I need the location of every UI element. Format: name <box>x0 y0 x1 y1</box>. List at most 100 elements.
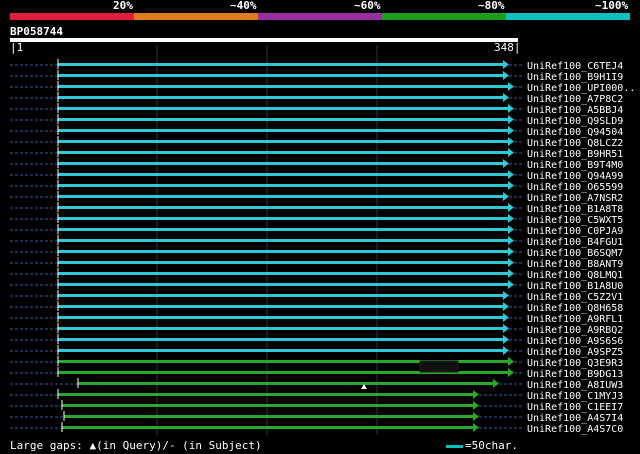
hit-name: UniRef100_B1A8T8 <box>527 204 623 215</box>
hit-bar <box>58 393 473 396</box>
hit-end-arrow <box>508 357 514 366</box>
hit-end-arrow <box>503 291 509 300</box>
hit-name: UniRef100_B1A8U0 <box>527 281 623 292</box>
hit-name: UniRef100_Q9SLD9 <box>527 116 623 127</box>
hit-name: UniRef100_C1MYJ3 <box>527 391 623 402</box>
hit-end-arrow <box>508 247 514 256</box>
hit-end-arrow <box>473 423 479 432</box>
hit-end-arrow <box>503 302 509 311</box>
hit-name: UniRef100_Q8LCZ2 <box>527 138 623 149</box>
hit-bar <box>58 173 508 176</box>
hit-name: UniRef100_B9T4M0 <box>527 160 623 171</box>
hit-name: UniRef100_B6SQM7 <box>527 248 623 259</box>
hit-name: UniRef100_A7P8C2 <box>527 94 623 105</box>
hit-end-arrow <box>473 390 479 399</box>
alignment-hits-panel: UniRef100_C6TEJ4UniRef100_B9H1I9UniRef10… <box>10 45 635 435</box>
hit-name: UniRef100_A4S7C0 <box>527 424 623 435</box>
hit-name: UniRef100_Q3E9R3 <box>527 358 623 369</box>
hit-bar <box>58 63 503 66</box>
hit-bar <box>58 250 508 253</box>
hit-name: UniRef100_C5Z2V1 <box>527 292 623 303</box>
hit-bar <box>58 327 503 330</box>
hit-name: UniRef100_C6TEJ4 <box>527 61 623 72</box>
hit-bar <box>58 96 503 99</box>
hit-name: UniRef100_C0PJA9 <box>527 226 623 237</box>
hit-name: UniRef100_B9HR51 <box>527 149 623 160</box>
hit-bar <box>58 217 508 220</box>
hit-end-arrow <box>503 313 509 322</box>
hit-end-arrow <box>508 368 514 377</box>
hit-end-arrow <box>508 236 514 245</box>
hit-name: UniRef100_B9H1I9 <box>527 72 623 83</box>
hit-end-arrow <box>508 170 514 179</box>
hit-bar <box>58 151 508 154</box>
hit-end-arrow <box>503 93 509 102</box>
hit-end-arrow <box>508 137 514 146</box>
hit-end-arrow <box>508 258 514 267</box>
hit-bar <box>62 404 473 407</box>
hit-end-arrow <box>508 269 514 278</box>
hit-bar <box>62 426 473 429</box>
hit-bar <box>58 74 503 77</box>
hit-name: UniRef100_A9S6S6 <box>527 336 623 347</box>
hit-name: UniRef100_A9RBQ2 <box>527 325 623 336</box>
hit-bar <box>58 294 503 297</box>
hit-name: UniRef100_B9DG13 <box>527 369 623 380</box>
hit-bar <box>58 305 503 308</box>
hit-end-arrow <box>508 82 514 91</box>
hit-end-arrow <box>503 192 509 201</box>
hit-bar <box>58 162 503 165</box>
hit-end-arrow <box>508 214 514 223</box>
hit-bar <box>58 272 508 275</box>
hit-end-arrow <box>503 159 509 168</box>
hit-name: UniRef100_C1EEI7 <box>527 402 623 413</box>
hit-name: UniRef100_B4FGU1 <box>527 237 623 248</box>
hit-bar <box>58 206 508 209</box>
hit-name: UniRef100_Q94504 <box>527 127 623 138</box>
hit-name: UniRef100_Q8LMQ1 <box>527 270 623 281</box>
hit-bar <box>64 415 473 418</box>
hit-name: UniRef100_A9SPZ5 <box>527 347 623 358</box>
hit-name: UniRef100_B8ANT9 <box>527 259 623 270</box>
hit-bar <box>58 140 508 143</box>
hit-name: UniRef100_A5BBJ4 <box>527 105 623 116</box>
hit-bar <box>58 107 508 110</box>
hit-bar <box>58 129 508 132</box>
hit-bar <box>58 338 503 341</box>
gaps-legend: Large gaps: ▲(in Query)/- (in Subject) <box>10 439 262 452</box>
hit-end-arrow <box>503 60 509 69</box>
hit-end-arrow <box>508 148 514 157</box>
hit-bar <box>58 118 508 121</box>
hit-name: UniRef100_C5WXT5 <box>527 215 623 226</box>
scale-legend: =50char. <box>446 439 518 452</box>
hit-bar <box>58 261 508 264</box>
hit-name: UniRef100_A4S7I4 <box>527 413 623 424</box>
gap-box <box>419 360 459 373</box>
hit-end-arrow <box>508 104 514 113</box>
hit-bar <box>58 195 503 198</box>
hit-name: UniRef100_A9RFL1 <box>527 314 623 325</box>
hit-end-arrow <box>508 280 514 289</box>
hit-end-arrow <box>508 225 514 234</box>
scale-line-icon <box>446 444 463 448</box>
hit-name: UniRef100_Q94A99 <box>527 171 623 182</box>
hit-name: UniRef100_UPI000.. <box>527 83 635 94</box>
hit-name: UniRef100_A7NSR2 <box>527 193 623 204</box>
hit-end-arrow <box>493 379 499 388</box>
hit-end-arrow <box>473 412 479 421</box>
hit-end-arrow <box>508 181 514 190</box>
hit-end-arrow <box>503 346 509 355</box>
hit-end-arrow <box>503 324 509 333</box>
hit-end-arrow <box>508 126 514 135</box>
hit-end-arrow <box>473 401 479 410</box>
hit-bar <box>58 316 503 319</box>
hit-end-arrow <box>508 115 514 124</box>
hit-bar <box>58 283 508 286</box>
hit-end-arrow <box>503 71 509 80</box>
hit-bar <box>58 228 508 231</box>
hit-name: UniRef100_Q8H658 <box>527 303 623 314</box>
hit-bar <box>58 239 508 242</box>
hit-name: UniRef100_O65599 <box>527 182 623 193</box>
hit-end-arrow <box>503 335 509 344</box>
hit-name: UniRef100_A8IUW3 <box>527 380 623 391</box>
